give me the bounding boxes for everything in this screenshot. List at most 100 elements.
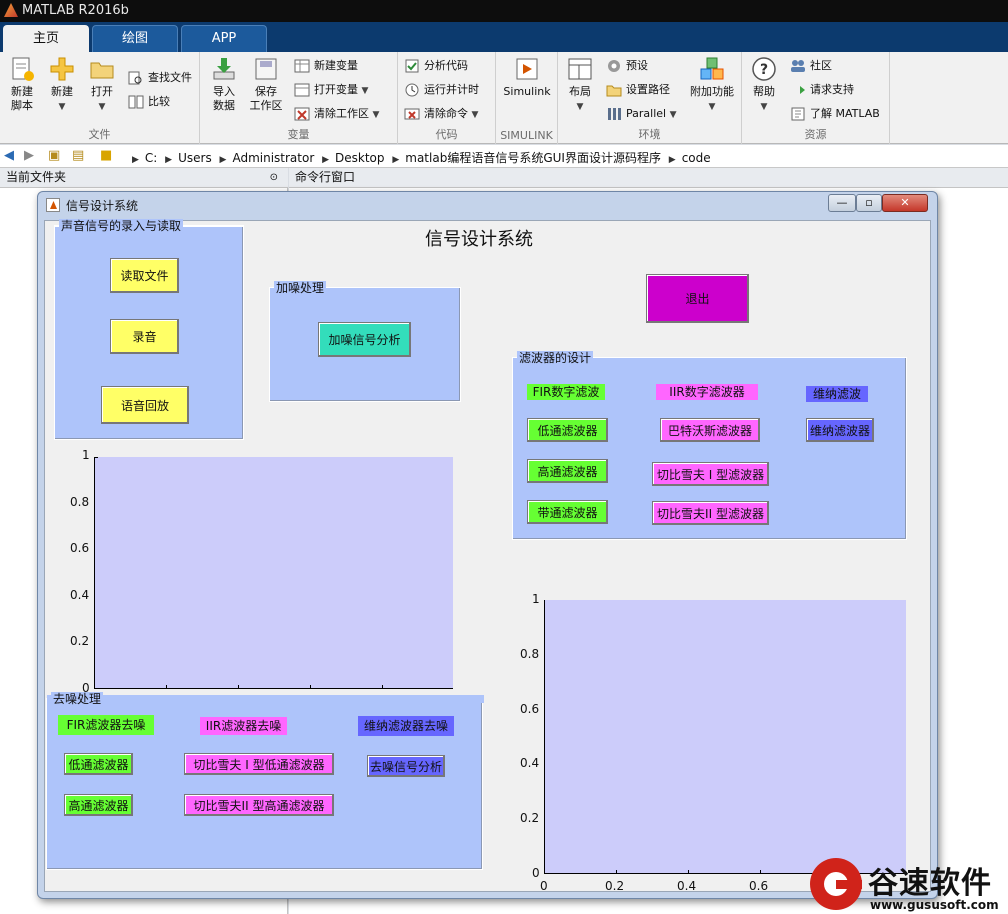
fir-lowpass-button[interactable]: 低通滤波器 (527, 418, 608, 442)
parallel-button[interactable]: Parallel ▼ (606, 104, 677, 124)
learn-matlab-button[interactable]: 了解 MATLAB (790, 104, 880, 124)
set-path-icon (606, 85, 622, 97)
clear-workspace-button[interactable]: 清除工作区 ▼ (294, 104, 379, 124)
axes2-xtick: 0 (540, 879, 548, 893)
analyze-code-button[interactable]: 分析代码 (404, 56, 468, 76)
denoise-lowpass-button[interactable]: 低通滤波器 (64, 753, 133, 775)
butterworth-button[interactable]: 巴特沃斯滤波器 (660, 418, 760, 442)
open-variable-button[interactable]: 打开变量 ▼ (294, 80, 368, 100)
ribbon-group-variable: 导入 数据 保存 工作区 新建变量 打开变量 ▼ 清除工作区 ▼ 变量 (200, 52, 398, 144)
tab-plots[interactable]: 绘图 (92, 25, 178, 52)
set-path-button[interactable]: 设置路径 (606, 80, 670, 100)
help-button[interactable]: ? 帮助 ▼ (742, 56, 786, 114)
axes-2 (544, 600, 906, 874)
axes1-ytick: 0.8 (70, 495, 90, 509)
ribbon-tabs: 主页 绘图 APP (0, 22, 1008, 52)
figure-title-bar: 信号设计系统 — ▫ ✕ (38, 192, 937, 218)
plus-icon (50, 57, 74, 81)
axes1-ytick: 0.6 (70, 541, 90, 555)
folder-icon (90, 62, 114, 79)
breadcrumb-item[interactable]: Desktop (335, 151, 385, 165)
compare-button[interactable]: 比较 (128, 92, 170, 112)
open-button[interactable]: 打开 ▼ (80, 56, 124, 114)
import-data-button[interactable]: 导入 数据 (202, 56, 246, 113)
fir-bandpass-button[interactable]: 带通滤波器 (527, 500, 608, 524)
iir-label: IIR数字滤波器 (656, 384, 758, 400)
exit-button[interactable]: 退出 (646, 274, 749, 323)
help-icon: ? (752, 57, 776, 81)
axes-1 (94, 457, 453, 689)
community-button[interactable]: 社区 (790, 56, 832, 76)
simulink-button[interactable]: Simulink (498, 56, 556, 99)
run-and-time-button[interactable]: 运行并计时 (404, 80, 479, 100)
compare-icon (128, 95, 144, 109)
axes1-ytick: 0.2 (70, 634, 90, 648)
chevron-down-icon[interactable]: ⊙ (270, 168, 278, 187)
back-arrow-icon[interactable]: ◀ (4, 148, 14, 163)
browse-folder-icon[interactable]: ▤ (72, 148, 84, 163)
playback-button[interactable]: 语音回放 (101, 386, 189, 424)
figure-window: 信号设计系统 — ▫ ✕ 信号设计系统 声音信号的录入与读取 读取文件 录音 语… (37, 191, 938, 899)
breadcrumb-item[interactable]: code (682, 151, 711, 165)
breadcrumb-item[interactable]: Administrator (232, 151, 314, 165)
record-button[interactable]: 录音 (110, 319, 179, 354)
matlab-figure-icon (46, 198, 60, 212)
add-ons-button[interactable]: 附加功能 ▼ (686, 56, 738, 114)
chebyshev1-button[interactable]: 切比雪夫 I 型滤波器 (652, 462, 769, 486)
up-folder-icon[interactable]: ▣ (48, 148, 60, 163)
request-support-button[interactable]: 请求支持 (790, 80, 854, 100)
find-files-icon (128, 71, 142, 85)
figure-window-title: 信号设计系统 (66, 199, 139, 213)
ribbon-group-code: 分析代码 运行并计时 清除命令 ▼ 代码 (398, 52, 496, 144)
ribbon-group-simulink: Simulink SIMULINK (496, 52, 558, 144)
breadcrumb-item[interactable]: matlab编程语音信号系统GUI界面设计源码程序 (405, 151, 661, 165)
record-panel-title: 声音信号的录入与读取 (59, 219, 184, 233)
command-window-header: 命令行窗口 (289, 168, 1008, 188)
chebyshev1-lowpass-button[interactable]: 切比雪夫 I 型低通滤波器 (184, 753, 334, 775)
ribbon-group-label: 资源 (804, 128, 827, 141)
filter-panel-title: 滤波器的设计 (517, 351, 594, 365)
maximize-button[interactable]: ▫ (856, 194, 882, 212)
close-button[interactable]: ✕ (882, 194, 928, 212)
denoise-wiener-label: 维纳滤波器去噪 (358, 716, 454, 736)
community-icon (791, 60, 805, 72)
chebyshev2-button[interactable]: 切比雪夫II 型滤波器 (652, 501, 769, 525)
wiener-filter-button[interactable]: 维纳滤波器 (806, 418, 874, 442)
preferences-button[interactable]: 预设 (606, 56, 648, 76)
minimize-button[interactable]: — (828, 194, 856, 212)
tab-apps[interactable]: APP (181, 25, 267, 52)
breadcrumb-item[interactable]: Users (178, 151, 212, 165)
read-file-button[interactable]: 读取文件 (110, 258, 179, 293)
fir-highpass-button[interactable]: 高通滤波器 (527, 459, 608, 483)
simulink-icon (516, 58, 538, 80)
gui-main-title: 信号设计系统 (425, 229, 533, 250)
denoise-analyze-button[interactable]: 去噪信号分析 (367, 755, 445, 777)
ribbon-group-label: SIMULINK (500, 129, 553, 142)
axes2-xtick: 0.6 (749, 879, 769, 893)
analyze-code-icon (405, 59, 419, 73)
chebyshev2-highpass-button[interactable]: 切比雪夫II 型高通滤波器 (184, 794, 334, 816)
ribbon: 新建 脚本 新建▼ 打开▼ 查找文件 比较 文件 导入 数据 保存 工作区 (0, 52, 1008, 144)
new-variable-button[interactable]: 新建变量 (294, 56, 358, 76)
new-script-icon (12, 57, 34, 81)
new-button[interactable]: 新建 ▼ (40, 56, 84, 114)
find-files-button[interactable]: 查找文件 (128, 68, 192, 88)
forward-arrow-icon[interactable]: ▶ (24, 148, 34, 163)
noise-analyze-button[interactable]: 加噪信号分析 (318, 322, 411, 357)
clear-commands-button[interactable]: 清除命令 ▼ (404, 104, 478, 124)
parallel-icon (608, 108, 621, 120)
denoise-highpass-button[interactable]: 高通滤波器 (64, 794, 133, 816)
watermark: 谷速软件 www.gususoft.com (810, 856, 1008, 914)
layout-button[interactable]: 布局 ▼ (558, 56, 602, 114)
current-folder-header: 当前文件夹 ⊙ (0, 168, 288, 188)
axes2-xtick: 0.2 (605, 879, 625, 893)
breadcrumb-item[interactable]: C: (145, 151, 157, 165)
save-workspace-button[interactable]: 保存 工作区 (244, 56, 288, 113)
axes2-ytick: 0 (532, 866, 540, 880)
axes2-ytick: 0.4 (520, 756, 540, 770)
watermark-name: 谷速软件 (868, 866, 992, 901)
run-time-icon (405, 83, 419, 97)
gear-icon (608, 60, 620, 72)
new-script-button[interactable]: 新建 脚本 (0, 56, 44, 113)
tab-home[interactable]: 主页 (3, 25, 89, 52)
